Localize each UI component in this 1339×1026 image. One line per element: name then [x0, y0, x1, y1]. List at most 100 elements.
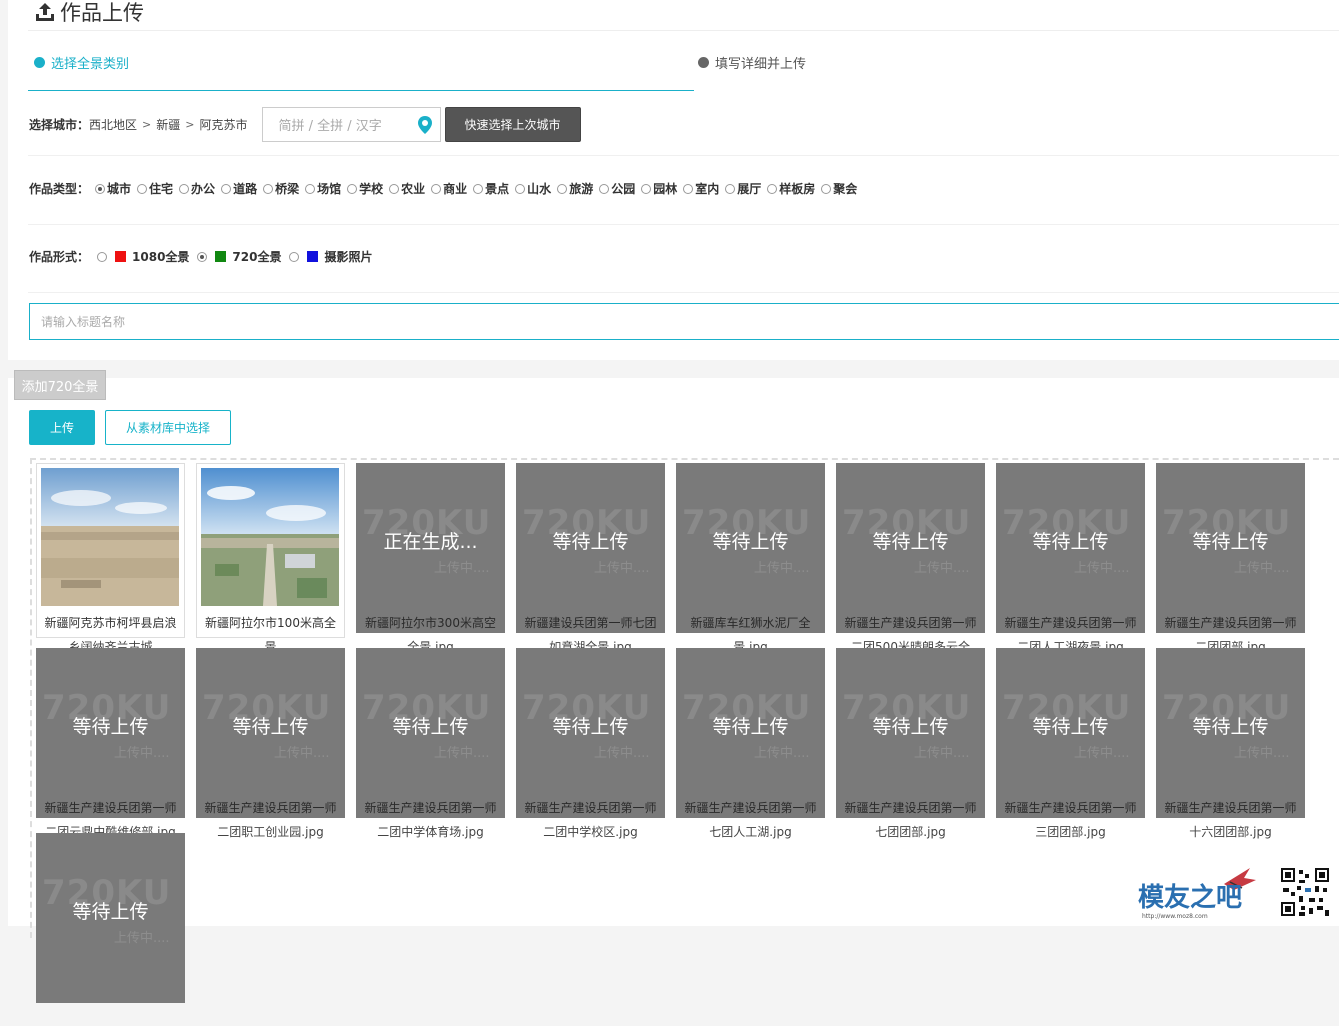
work-type-radio[interactable]	[683, 183, 694, 194]
work-type-option[interactable]: 室内	[683, 180, 719, 197]
work-type-radio[interactable]	[641, 183, 652, 194]
thumbnail-caption: 新疆生产建设兵团第一师	[516, 798, 665, 818]
location-pin-icon[interactable]	[417, 115, 432, 134]
city-crumb-province[interactable]: 新疆	[156, 116, 180, 133]
watermark-sub: 上传中....	[434, 746, 490, 761]
work-type-option[interactable]: 桥梁	[263, 180, 299, 197]
upload-thumbnail[interactable]: 720KU 上传中.... 等待上传 新疆生产建设兵团第一师 三团团部.jpg	[996, 648, 1145, 839]
upload-thumbnail[interactable]: 新疆阿拉尔市100米高全景	[196, 463, 345, 654]
form-option-1080[interactable]: 1080全景	[97, 248, 189, 265]
thumbnail-caption: 新疆阿拉尔市300米高空	[356, 613, 505, 633]
work-type-radio[interactable]	[557, 183, 568, 194]
thumbnail-caption	[36, 983, 185, 1003]
work-type-radio[interactable]	[305, 183, 316, 194]
work-type-option[interactable]: 办公	[179, 180, 215, 197]
work-type-radio[interactable]	[347, 183, 358, 194]
divider	[28, 155, 1339, 156]
thumbnail-caption: 新疆库车红狮水泥厂全	[676, 613, 825, 633]
city-crumb-region[interactable]: 西北地区	[89, 116, 137, 133]
upload-thumbnail[interactable]: 720KU 上传中.... 等待上传 新疆生产建设兵团第一师 二团中学体育场.jpg	[356, 648, 505, 839]
upload-thumbnail[interactable]: 720KU 上传中.... 等待上传 新疆生产建设兵团第一师 二团职工创业园.jpg	[196, 648, 345, 839]
work-type-option[interactable]: 山水	[515, 180, 551, 197]
work-type-radio[interactable]	[725, 183, 736, 194]
watermark-sub: 上传中....	[914, 561, 970, 576]
upload-thumbnail[interactable]: 720KU 上传中.... 等待上传	[36, 833, 185, 1008]
upload-thumbnail[interactable]: 720KU 上传中.... 等待上传 新疆建设兵团第一师七团 如意湖全景.jpg	[516, 463, 665, 654]
step-label: 填写详细并上传	[715, 57, 807, 72]
work-type-option[interactable]: 公园	[599, 180, 635, 197]
radio-1080[interactable]	[97, 251, 108, 262]
watermark-sub: 上传中....	[274, 746, 330, 761]
upload-thumbnail[interactable]: 720KU 上传中.... 等待上传 新疆生产建设兵团第一师 二团团部.jpg	[1156, 463, 1305, 654]
work-type-label: 桥梁	[275, 182, 300, 196]
work-type-option[interactable]: 城市	[95, 180, 131, 197]
work-type-option[interactable]: 场馆	[305, 180, 341, 197]
divider	[28, 30, 1339, 31]
work-type-option[interactable]: 聚会	[821, 180, 857, 197]
upload-thumbnail[interactable]: 720KU 上传中.... 等待上传 新疆库车红狮水泥厂全 景.jpg	[676, 463, 825, 654]
work-type-label: 公园	[611, 182, 636, 196]
upload-thumbnail[interactable]: 720KU 上传中.... 正在生成... 新疆阿拉尔市300米高空 全景.jpg	[356, 463, 505, 654]
form-option-photo[interactable]: 摄影照片	[289, 248, 373, 265]
work-type-radio[interactable]	[221, 183, 232, 194]
upload-thumbnail[interactable]: 720KU 上传中.... 等待上传 新疆生产建设兵团第一师 二团云鼎中酷维修部.jpg	[36, 648, 185, 839]
upload-thumbnail[interactable]: 720KU 上传中.... 等待上传 新疆生产建设兵团第一师 二团500米晴朗多云全	[836, 463, 985, 654]
radio-photo[interactable]	[289, 251, 300, 262]
add-720-tag: 添加720全景	[14, 370, 106, 400]
work-type-radio[interactable]	[515, 183, 526, 194]
thumbnail-filename: 七团团部.jpg	[875, 825, 946, 839]
upload-status: 等待上传	[552, 531, 629, 553]
work-type-label: 聚会	[833, 182, 858, 196]
crumb-separator: >	[185, 117, 195, 131]
thumbnail-filename: 二团职工创业园.jpg	[217, 825, 324, 839]
choose-from-library-button[interactable]: 从素材库中选择	[105, 410, 231, 445]
work-type-option[interactable]: 农业	[389, 180, 425, 197]
thumbnail-filename: 七团人工湖.jpg	[709, 825, 792, 839]
work-type-radio[interactable]	[137, 183, 148, 194]
upload-status: 等待上传	[712, 716, 789, 738]
upload-thumbnail[interactable]: 720KU 上传中.... 等待上传 新疆生产建设兵团第一师 七团团部.jpg	[836, 648, 985, 839]
work-type-radio[interactable]	[263, 183, 274, 194]
work-type-radio[interactable]	[767, 183, 778, 194]
work-type-option[interactable]: 住宅	[137, 180, 173, 197]
work-type-option[interactable]: 学校	[347, 180, 383, 197]
work-type-options: 城市 住宅 办公 道路 桥梁 场馆 学校 农业 商业 景点 山水 旅游 公园 园林 室内 展厅 样板房 聚会	[95, 180, 863, 197]
work-type-radio[interactable]	[599, 183, 610, 194]
radio-720[interactable]	[197, 251, 208, 262]
work-type-radio[interactable]	[821, 183, 832, 194]
thumbnail-caption: 新疆生产建设兵团第一师	[1156, 798, 1305, 818]
form-option-720[interactable]: 720全景	[197, 248, 281, 265]
work-type-radio[interactable]	[95, 183, 106, 194]
work-type-option[interactable]: 旅游	[557, 180, 593, 197]
work-type-option[interactable]: 展厅	[725, 180, 761, 197]
work-type-radio[interactable]	[389, 183, 400, 194]
watermark-sub: 上传中....	[434, 561, 490, 576]
work-type-option[interactable]: 商业	[431, 180, 467, 197]
work-type-option[interactable]: 道路	[221, 180, 257, 197]
quick-select-last-city-button[interactable]: 快速选择上次城市	[444, 106, 581, 142]
form-option-label: 摄影照片	[324, 250, 373, 264]
work-type-option[interactable]: 园林	[641, 180, 677, 197]
work-type-option[interactable]: 景点	[473, 180, 509, 197]
thumbnail-caption: 新疆阿拉尔市100米高全	[205, 616, 336, 630]
upload-status: 等待上传	[232, 716, 309, 738]
watermark-sub: 上传中....	[754, 746, 810, 761]
upload-button[interactable]: 上传	[29, 410, 95, 445]
title-name-input[interactable]: 请输入标题名称	[29, 303, 1339, 340]
watermark-sub: 上传中....	[594, 561, 650, 576]
work-type-option[interactable]: 样板房	[767, 180, 815, 197]
upload-thumbnail[interactable]: 720KU 上传中.... 等待上传 新疆生产建设兵团第一师 十六团团部.jpg	[1156, 648, 1305, 839]
upload-thumbnail[interactable]: 新疆阿克苏市柯坪县启浪 乡阔纳齐兰古城	[36, 463, 185, 654]
city-crumb-city[interactable]: 阿克苏市	[199, 116, 247, 133]
thumbnail-filename	[36, 1008, 185, 1026]
upload-thumbnail[interactable]: 720KU 上传中.... 等待上传 新疆生产建设兵团第一师 二团人工湖夜景.jpg	[996, 463, 1145, 654]
work-type-radio[interactable]	[431, 183, 442, 194]
step-fill-details[interactable]: 填写详细并上传	[698, 53, 806, 72]
upload-thumbnail[interactable]: 720KU 上传中.... 等待上传 新疆生产建设兵团第一师 二团中学校区.jpg	[516, 648, 665, 839]
work-type-radio[interactable]	[473, 183, 484, 194]
step-select-category[interactable]: 选择全景类别	[34, 53, 129, 72]
work-type-radio[interactable]	[179, 183, 190, 194]
work-type-label: 场馆	[317, 182, 342, 196]
upload-thumbnail[interactable]: 720KU 上传中.... 等待上传 新疆生产建设兵团第一师 七团人工湖.jpg	[676, 648, 825, 839]
city-search-input[interactable]: 简拼 / 全拼 / 汉字	[261, 106, 441, 142]
